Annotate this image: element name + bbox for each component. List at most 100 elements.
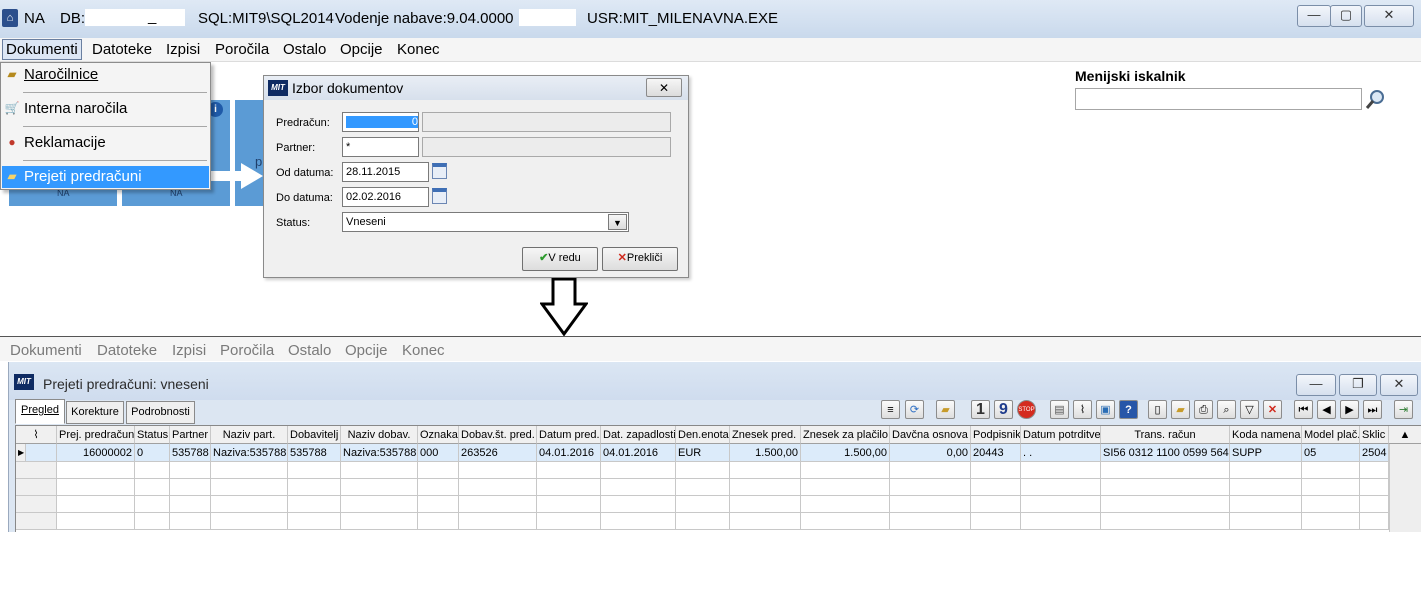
cards-icon[interactable]: ▤	[1050, 400, 1069, 419]
menu-konec[interactable]: Konec	[397, 41, 440, 58]
image-icon[interactable]: ▣	[1096, 400, 1115, 419]
lower-menu-datoteke[interactable]: Datoteke	[97, 342, 157, 359]
window-close-button[interactable]: ✕	[1380, 374, 1418, 396]
column-header[interactable]: Sklic	[1360, 426, 1389, 444]
cancel-button[interactable]: ✕Prekliči	[602, 247, 678, 271]
column-header[interactable]: Prej. predračun	[57, 426, 135, 444]
table-cell[interactable]: 263526	[459, 444, 537, 462]
column-header[interactable]: Partner	[170, 426, 211, 444]
menu-dokumenti[interactable]: Dokumenti	[2, 39, 82, 60]
maximize-button[interactable]: ▢	[1330, 5, 1362, 27]
chevron-down-icon[interactable]: ▼	[608, 214, 627, 230]
delete-icon[interactable]: ✕	[1263, 400, 1282, 419]
last-record-icon[interactable]: ⏭	[1363, 400, 1382, 419]
table-cell[interactable]: SI56 0312 1100 0599 564	[1101, 444, 1230, 462]
tab-korekture[interactable]: Korekture	[66, 401, 124, 424]
column-header[interactable]: Status	[135, 426, 170, 444]
table-cell[interactable]: 0	[135, 444, 170, 462]
stop-icon[interactable]: STOP	[1017, 400, 1036, 419]
report-icon[interactable]: ≡	[881, 400, 900, 419]
vertical-scrollbar[interactable]	[1389, 444, 1421, 532]
column-header[interactable]: Naziv dobav.	[341, 426, 418, 444]
table-cell[interactable]: 04.01.2016	[601, 444, 676, 462]
table-cell[interactable]: 535788	[170, 444, 211, 462]
column-header[interactable]: Trans. račun	[1101, 426, 1230, 444]
partner-field[interactable]: *	[342, 137, 419, 157]
dropdown-item-reklamacije[interactable]: ● Reklamacije	[2, 132, 209, 154]
new-document-icon[interactable]: ▯	[1148, 400, 1167, 419]
table-cell[interactable]: 1.500,00	[801, 444, 890, 462]
column-header[interactable]: Davčna osnova	[890, 426, 971, 444]
scroll-up-button[interactable]: ▲	[1389, 426, 1421, 444]
folder-open-icon[interactable]: ▰	[936, 400, 955, 419]
window-minimize-button[interactable]: —	[1296, 374, 1336, 396]
print-icon[interactable]: ⎙	[1194, 400, 1213, 419]
table-cell[interactable]: 16000002	[57, 444, 135, 462]
column-header[interactable]: Oznaka	[418, 426, 459, 444]
column-header[interactable]: Dobavitelj	[288, 426, 341, 444]
filter-icon[interactable]: ▽	[1240, 400, 1259, 419]
ok-button[interactable]: ✔V redu	[522, 247, 598, 271]
table-cell[interactable]: . .	[1021, 444, 1101, 462]
column-header[interactable]: Model plač.	[1302, 426, 1360, 444]
calendar-icon[interactable]	[432, 163, 447, 179]
table-cell[interactable]: 1.500,00	[730, 444, 801, 462]
table-cell[interactable]: EUR	[676, 444, 730, 462]
column-header[interactable]: Dobav.št. pred.	[459, 426, 537, 444]
menu-ostalo[interactable]: Ostalo	[283, 41, 326, 58]
lower-menu-ostalo[interactable]: Ostalo	[288, 342, 331, 359]
number-9-icon[interactable]: 9	[994, 400, 1013, 419]
calendar-icon[interactable]	[432, 188, 447, 204]
column-header[interactable]: Znesek pred.	[730, 426, 801, 444]
help-icon[interactable]: ?	[1119, 400, 1138, 419]
table-cell[interactable]: 20443	[971, 444, 1021, 462]
prev-record-icon[interactable]: ◀	[1317, 400, 1336, 419]
od-datuma-field[interactable]: 28.11.2015	[342, 162, 429, 182]
menu-izpisi[interactable]: Izpisi	[166, 41, 200, 58]
lower-menu-porocila[interactable]: Poročila	[220, 342, 274, 359]
status-select[interactable]: Vneseni ▼	[342, 212, 629, 232]
column-header[interactable]: Dat. zapadlosti	[601, 426, 676, 444]
find-icon[interactable]: ⌕	[1217, 400, 1236, 419]
paperclip-icon[interactable]: ⌇	[1073, 400, 1092, 419]
dropdown-item-prejeti-predracuni[interactable]: ▰ Prejeti predračuni	[2, 166, 209, 188]
lower-menu-izpisi[interactable]: Izpisi	[172, 342, 206, 359]
tab-podrobnosti[interactable]: Podrobnosti	[126, 401, 195, 424]
table-cell[interactable]: 0,00	[890, 444, 971, 462]
table-cell[interactable]: Naziva:535788	[211, 444, 288, 462]
column-header[interactable]: Datum pred.	[537, 426, 601, 444]
lower-menu-konec[interactable]: Konec	[402, 342, 445, 359]
first-record-icon[interactable]: ⏮	[1294, 400, 1313, 419]
next-record-icon[interactable]: ▶	[1340, 400, 1359, 419]
column-header[interactable]: Koda namena	[1230, 426, 1302, 444]
refresh-icon[interactable]: ⟳	[905, 400, 924, 419]
dropdown-item-narocilnice[interactable]: ▰ Naročilnice	[2, 64, 209, 86]
menu-opcije[interactable]: Opcije	[340, 41, 383, 58]
dialog-close-button[interactable]: ✕	[646, 78, 682, 97]
table-cell[interactable]: 05	[1302, 444, 1360, 462]
table-cell[interactable]: Naziva:535788	[341, 444, 418, 462]
open-folder-icon[interactable]: ▰	[1171, 400, 1190, 419]
menu-search-input[interactable]	[1075, 88, 1362, 110]
table-cell[interactable]: 000	[418, 444, 459, 462]
minimize-button[interactable]: —	[1297, 5, 1331, 27]
table-cell[interactable]: 2504	[1360, 444, 1389, 462]
column-header[interactable]: Datum potrditve	[1021, 426, 1101, 444]
column-header[interactable]: Podpisnik	[971, 426, 1021, 444]
dropdown-item-interna-narocila[interactable]: 🛒 Interna naročila	[2, 98, 209, 120]
lower-menu-dokumenti[interactable]: Dokumenti	[10, 342, 82, 359]
number-1-icon[interactable]: 1	[971, 400, 990, 419]
menu-datoteke[interactable]: Datoteke	[92, 41, 152, 58]
close-button[interactable]: ✕	[1364, 5, 1414, 27]
tab-pregled[interactable]: Pregled	[15, 399, 65, 424]
table-cell[interactable]: SUPP	[1230, 444, 1302, 462]
table-cell[interactable]: 04.01.2016	[537, 444, 601, 462]
lower-menu-opcije[interactable]: Opcije	[345, 342, 388, 359]
predracun-field[interactable]: 0	[342, 112, 419, 132]
menu-porocila[interactable]: Poročila	[215, 41, 269, 58]
do-datuma-field[interactable]: 02.02.2016	[342, 187, 429, 207]
window-restore-button[interactable]: ❐	[1339, 374, 1377, 396]
search-icon[interactable]	[1364, 88, 1388, 112]
column-header[interactable]: Znesek za plačilo	[801, 426, 890, 444]
table-cell[interactable]: 535788	[288, 444, 341, 462]
